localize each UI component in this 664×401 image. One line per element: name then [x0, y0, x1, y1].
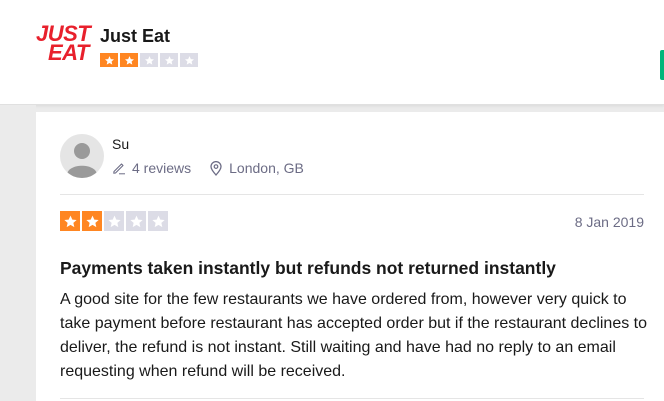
star-empty-icon: [148, 211, 168, 231]
star-filled-icon: [60, 211, 80, 231]
reviewer-name[interactable]: Su: [112, 136, 129, 152]
star-empty-icon: [104, 211, 124, 231]
company-name[interactable]: Just Eat: [100, 26, 170, 47]
star-empty-icon: [126, 211, 146, 231]
pencil-icon: [113, 163, 125, 175]
star-empty-icon: [160, 53, 178, 67]
review-card: Su 4 reviews London, GB 8 Jan 2019 Payme…: [36, 112, 664, 401]
star-filled-icon: [120, 53, 138, 67]
review-star-rating: [60, 211, 168, 231]
divider: [60, 398, 644, 399]
just-eat-logo[interactable]: JUST EAT: [36, 23, 94, 66]
star-empty-icon: [140, 53, 158, 67]
user-avatar-icon[interactable]: [60, 134, 104, 178]
map-pin-icon: [210, 160, 222, 176]
star-filled-icon: [82, 211, 102, 231]
reviewer-location-text: London, GB: [229, 160, 304, 176]
reviewer-location: London, GB: [209, 160, 304, 176]
business-header: JUST EAT Just Eat: [0, 0, 664, 105]
star-empty-icon: [180, 53, 198, 67]
reviews-count: 4 reviews: [112, 160, 191, 176]
review-body: A good site for the few restaurants we h…: [60, 291, 648, 380]
star-filled-icon: [100, 53, 118, 67]
reviewer-meta: 4 reviews London, GB: [112, 160, 304, 176]
divider: [60, 194, 644, 195]
header-star-rating: [100, 53, 198, 67]
review-title[interactable]: Payments taken instantly but refunds not…: [60, 258, 556, 279]
write-review-button[interactable]: [660, 50, 664, 80]
reviews-count-text: 4 reviews: [132, 160, 192, 176]
review-date: 8 Jan 2019: [574, 214, 644, 230]
page-gutter: [0, 105, 36, 401]
